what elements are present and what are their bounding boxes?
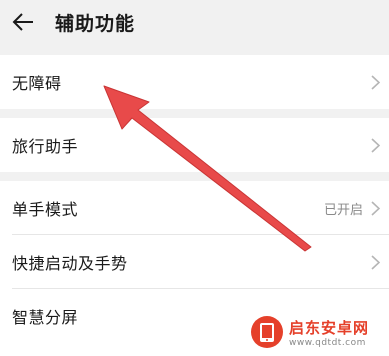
menu-item-quick-launch-gestures[interactable]: 快捷启动及手势: [0, 235, 389, 289]
status-value: 已开启: [323, 202, 363, 218]
travel-group: 旅行助手: [0, 118, 389, 172]
menu-item-travel-assistant[interactable]: 旅行助手: [0, 118, 389, 172]
menu-item-accessibility[interactable]: 无障碍: [0, 55, 389, 109]
back-button[interactable]: [8, 8, 38, 36]
chevron-right-icon: [369, 254, 381, 270]
watermark-url: www.qdtdt.com: [289, 337, 366, 348]
watermark-logo-icon: [251, 316, 283, 348]
app-header: 辅助功能: [0, 0, 389, 44]
menu-item-label: 旅行助手: [12, 137, 79, 156]
menu-item-label: 无障碍: [12, 74, 62, 93]
chevron-right-icon: [369, 74, 381, 90]
chevron-right-icon: [369, 200, 381, 216]
menu-item-label: 单手模式: [12, 200, 79, 219]
watermark-title: 启东安卓网: [289, 318, 370, 337]
menu-item-one-hand-mode[interactable]: 单手模式 已开启: [0, 181, 389, 235]
menu-item-label: 快捷启动及手势: [12, 254, 128, 273]
page-title: 辅助功能: [55, 13, 136, 35]
accessibility-group: 无障碍: [0, 55, 389, 109]
settings-screen: 辅助功能 无障碍 旅行助手 单手模式 已开启 快捷启动及手势 智慧分屏 启东安卓…: [0, 0, 389, 356]
arrow-left-icon: [12, 13, 33, 31]
watermark: 启东安卓网 www.qdtdt.com: [249, 312, 385, 352]
chevron-right-icon: [369, 137, 381, 153]
menu-item-label: 智慧分屏: [12, 308, 79, 327]
